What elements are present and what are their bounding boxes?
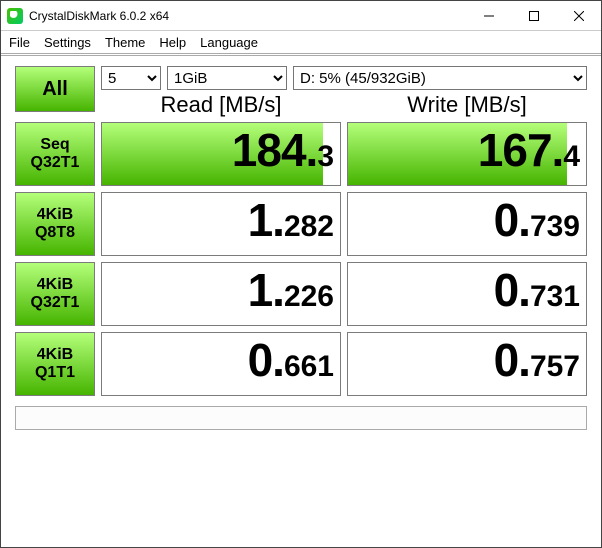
read-value-4k-q8t8: 1.282: [101, 192, 341, 256]
app-window: CrystalDiskMark 6.0.2 x64 File Settings …: [0, 0, 602, 548]
menu-theme[interactable]: Theme: [105, 35, 145, 50]
read-header: Read [MB/s]: [101, 94, 341, 116]
menubar: File Settings Theme Help Language: [1, 31, 601, 53]
test-count-select[interactable]: 5: [101, 66, 161, 90]
content-area: All 5 1GiB D: 5% (45/932GiB) Read [MB/s]…: [1, 53, 601, 547]
run-4k-q1t1-button[interactable]: 4KiB Q1T1: [15, 332, 95, 396]
write-value-4k-q32t1: 0.731: [347, 262, 587, 326]
status-bar: [15, 406, 587, 430]
read-value-4k-q1t1: 0.661: [101, 332, 341, 396]
write-header: Write [MB/s]: [347, 94, 587, 116]
write-value-4k-q1t1: 0.757: [347, 332, 587, 396]
read-value-4k-q32t1: 1.226: [101, 262, 341, 326]
read-value-seq-q32t1: 184.3: [101, 122, 341, 186]
run-seq-q32t1-button[interactable]: Seq Q32T1: [15, 122, 95, 186]
minimize-icon: [484, 11, 494, 21]
test-size-select[interactable]: 1GiB: [167, 66, 287, 90]
run-4k-q32t1-button[interactable]: 4KiB Q32T1: [15, 262, 95, 326]
run-all-button[interactable]: All: [15, 66, 95, 112]
menu-file[interactable]: File: [9, 35, 30, 50]
close-button[interactable]: [556, 1, 601, 30]
titlebar: CrystalDiskMark 6.0.2 x64: [1, 1, 601, 31]
app-icon: [7, 8, 23, 24]
close-icon: [574, 11, 584, 21]
minimize-button[interactable]: [466, 1, 511, 30]
window-title: CrystalDiskMark 6.0.2 x64: [29, 9, 169, 23]
maximize-icon: [529, 11, 539, 21]
menu-settings[interactable]: Settings: [44, 35, 91, 50]
menu-language[interactable]: Language: [200, 35, 258, 50]
run-4k-q8t8-button[interactable]: 4KiB Q8T8: [15, 192, 95, 256]
maximize-button[interactable]: [511, 1, 556, 30]
write-value-4k-q8t8: 0.739: [347, 192, 587, 256]
menu-help[interactable]: Help: [159, 35, 186, 50]
write-value-seq-q32t1: 167.4: [347, 122, 587, 186]
drive-select[interactable]: D: 5% (45/932GiB): [293, 66, 587, 90]
